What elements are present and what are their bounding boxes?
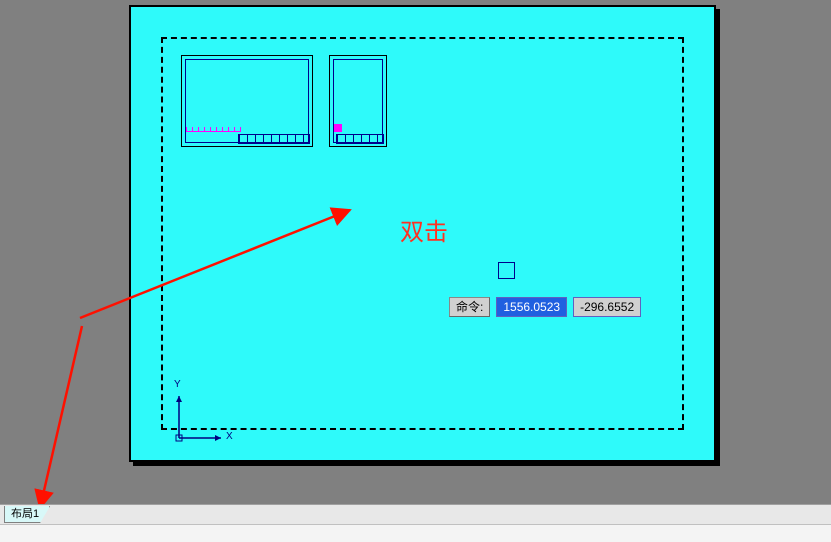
coord-x-input[interactable]: 1556.0523 xyxy=(496,297,567,317)
ucs-y-label: Y xyxy=(174,379,181,390)
layout-tab-strip[interactable]: 布局1 xyxy=(0,504,831,525)
annotation-double-click: 双击 xyxy=(400,212,448,247)
title-block xyxy=(332,126,384,144)
viewport-1[interactable] xyxy=(181,55,313,147)
ucs-x-label: X xyxy=(226,431,233,442)
status-bar xyxy=(0,524,831,542)
dynamic-input[interactable]: 命令: 1556.0523 -296.6552 xyxy=(449,297,641,317)
tab-layout1[interactable]: 布局1 xyxy=(4,506,50,523)
title-block xyxy=(184,126,310,144)
crosshair-pickbox xyxy=(498,262,515,279)
ucs-icon xyxy=(171,386,231,446)
command-label: 命令: xyxy=(449,297,490,317)
coord-y-input[interactable]: -296.6552 xyxy=(573,297,641,317)
viewport-2[interactable] xyxy=(329,55,387,147)
